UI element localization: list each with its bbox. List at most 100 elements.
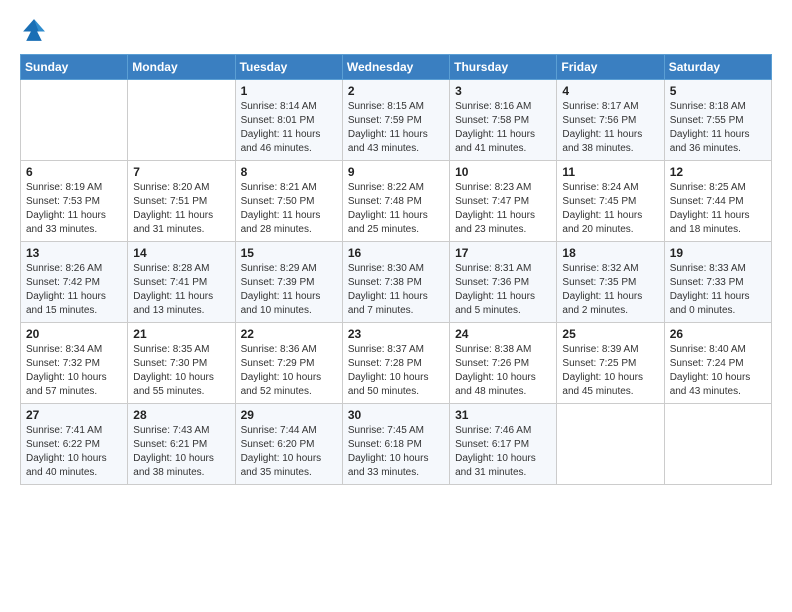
calendar-cell: 4 Sunrise: 8:17 AM Sunset: 7:56 PM Daylig… <box>557 80 664 161</box>
day-info: Sunrise: 8:28 AM Sunset: 7:41 PM Dayligh… <box>133 262 229 318</box>
calendar-week-5: 27 Sunrise: 7:41 AM Sunset: 6:22 PM Dayli… <box>21 404 772 485</box>
day-number: 14 <box>133 246 229 260</box>
day-info: Sunrise: 8:21 AM Sunset: 7:50 PM Dayligh… <box>241 181 337 237</box>
day-number: 2 <box>348 84 444 98</box>
day-info: Sunrise: 7:41 AM Sunset: 6:22 PM Dayligh… <box>26 424 122 480</box>
day-number: 25 <box>562 327 658 341</box>
calendar-cell: 18 Sunrise: 8:32 AM Sunset: 7:35 PM Dayli… <box>557 242 664 323</box>
day-info: Sunrise: 8:37 AM Sunset: 7:28 PM Dayligh… <box>348 343 444 399</box>
day-header-sunday: Sunday <box>21 55 128 80</box>
day-info: Sunrise: 7:45 AM Sunset: 6:18 PM Dayligh… <box>348 424 444 480</box>
day-number: 22 <box>241 327 337 341</box>
calendar-cell <box>664 404 771 485</box>
header <box>20 16 772 44</box>
calendar-cell: 8 Sunrise: 8:21 AM Sunset: 7:50 PM Daylig… <box>235 161 342 242</box>
page: SundayMondayTuesdayWednesdayThursdayFrid… <box>0 0 792 612</box>
day-number: 9 <box>348 165 444 179</box>
day-info: Sunrise: 8:24 AM Sunset: 7:45 PM Dayligh… <box>562 181 658 237</box>
calendar-cell: 28Sunrise: 7:43 AM Sunset: 6:21 PM Dayli… <box>128 404 235 485</box>
day-info: Sunrise: 7:46 AM Sunset: 6:17 PM Dayligh… <box>455 424 551 480</box>
calendar-cell: 3Sunrise: 8:16 AM Sunset: 7:58 PM Daylig… <box>450 80 557 161</box>
logo <box>20 16 52 44</box>
day-header-friday: Friday <box>557 55 664 80</box>
calendar-cell: 29Sunrise: 7:44 AM Sunset: 6:20 PM Dayli… <box>235 404 342 485</box>
calendar-cell: 30 Sunrise: 7:45 AM Sunset: 6:18 PM Dayli… <box>342 404 449 485</box>
day-header-saturday: Saturday <box>664 55 771 80</box>
day-info: Sunrise: 8:40 AM Sunset: 7:24 PM Dayligh… <box>670 343 766 399</box>
day-number: 8 <box>241 165 337 179</box>
day-number: 17 <box>455 246 551 260</box>
calendar-cell: 23Sunrise: 8:37 AM Sunset: 7:28 PM Dayli… <box>342 323 449 404</box>
day-info: Sunrise: 8:19 AM Sunset: 7:53 PM Dayligh… <box>26 181 122 237</box>
day-info: Sunrise: 8:17 AM Sunset: 7:56 PM Dayligh… <box>562 100 658 156</box>
day-number: 27 <box>26 408 122 422</box>
day-number: 18 <box>562 246 658 260</box>
calendar-cell <box>557 404 664 485</box>
calendar-cell: 5Sunrise: 8:18 AM Sunset: 7:55 PM Daylig… <box>664 80 771 161</box>
calendar-table: SundayMondayTuesdayWednesdayThursdayFrid… <box>20 54 772 485</box>
day-info: Sunrise: 8:39 AM Sunset: 7:25 PM Dayligh… <box>562 343 658 399</box>
day-info: Sunrise: 8:15 AM Sunset: 7:59 PM Dayligh… <box>348 100 444 156</box>
day-info: Sunrise: 8:18 AM Sunset: 7:55 PM Dayligh… <box>670 100 766 156</box>
day-header-monday: Monday <box>128 55 235 80</box>
day-info: Sunrise: 8:35 AM Sunset: 7:30 PM Dayligh… <box>133 343 229 399</box>
day-number: 15 <box>241 246 337 260</box>
day-info: Sunrise: 8:20 AM Sunset: 7:51 PM Dayligh… <box>133 181 229 237</box>
day-info: Sunrise: 8:22 AM Sunset: 7:48 PM Dayligh… <box>348 181 444 237</box>
calendar-cell <box>128 80 235 161</box>
day-number: 6 <box>26 165 122 179</box>
calendar-body: 1 Sunrise: 8:14 AM Sunset: 8:01 PM Daylig… <box>21 80 772 485</box>
day-number: 11 <box>562 165 658 179</box>
day-number: 16 <box>348 246 444 260</box>
calendar-cell: 12 Sunrise: 8:25 AM Sunset: 7:44 PM Dayli… <box>664 161 771 242</box>
day-number: 30 <box>348 408 444 422</box>
calendar-week-4: 20Sunrise: 8:34 AM Sunset: 7:32 PM Dayli… <box>21 323 772 404</box>
day-number: 4 <box>562 84 658 98</box>
calendar-cell: 13 Sunrise: 8:26 AM Sunset: 7:42 PM Dayli… <box>21 242 128 323</box>
calendar-cell: 24Sunrise: 8:38 AM Sunset: 7:26 PM Dayli… <box>450 323 557 404</box>
day-info: Sunrise: 8:33 AM Sunset: 7:33 PM Dayligh… <box>670 262 766 318</box>
calendar-cell: 25 Sunrise: 8:39 AM Sunset: 7:25 PM Dayli… <box>557 323 664 404</box>
day-number: 13 <box>26 246 122 260</box>
calendar-cell: 9 Sunrise: 8:22 AM Sunset: 7:48 PM Daylig… <box>342 161 449 242</box>
day-info: Sunrise: 8:36 AM Sunset: 7:29 PM Dayligh… <box>241 343 337 399</box>
calendar-cell: 16 Sunrise: 8:30 AM Sunset: 7:38 PM Dayli… <box>342 242 449 323</box>
day-number: 7 <box>133 165 229 179</box>
calendar-cell: 7 Sunrise: 8:20 AM Sunset: 7:51 PM Daylig… <box>128 161 235 242</box>
calendar-cell: 17 Sunrise: 8:31 AM Sunset: 7:36 PM Dayli… <box>450 242 557 323</box>
calendar-cell: 10Sunrise: 8:23 AM Sunset: 7:47 PM Dayli… <box>450 161 557 242</box>
calendar-cell: 31 Sunrise: 7:46 AM Sunset: 6:17 PM Dayli… <box>450 404 557 485</box>
day-number: 12 <box>670 165 766 179</box>
calendar-cell: 19Sunrise: 8:33 AM Sunset: 7:33 PM Dayli… <box>664 242 771 323</box>
day-header-thursday: Thursday <box>450 55 557 80</box>
logo-icon <box>20 16 48 44</box>
calendar-cell: 27 Sunrise: 7:41 AM Sunset: 6:22 PM Dayli… <box>21 404 128 485</box>
calendar-header: SundayMondayTuesdayWednesdayThursdayFrid… <box>21 55 772 80</box>
calendar-week-2: 6 Sunrise: 8:19 AM Sunset: 7:53 PM Daylig… <box>21 161 772 242</box>
day-info: Sunrise: 8:31 AM Sunset: 7:36 PM Dayligh… <box>455 262 551 318</box>
day-info: Sunrise: 8:26 AM Sunset: 7:42 PM Dayligh… <box>26 262 122 318</box>
day-info: Sunrise: 8:25 AM Sunset: 7:44 PM Dayligh… <box>670 181 766 237</box>
calendar-cell: 22 Sunrise: 8:36 AM Sunset: 7:29 PM Dayli… <box>235 323 342 404</box>
calendar-cell: 14 Sunrise: 8:28 AM Sunset: 7:41 PM Dayli… <box>128 242 235 323</box>
day-number: 31 <box>455 408 551 422</box>
calendar-cell: 2 Sunrise: 8:15 AM Sunset: 7:59 PM Daylig… <box>342 80 449 161</box>
day-number: 28 <box>133 408 229 422</box>
day-number: 24 <box>455 327 551 341</box>
calendar-cell: 20Sunrise: 8:34 AM Sunset: 7:32 PM Dayli… <box>21 323 128 404</box>
day-info: Sunrise: 8:29 AM Sunset: 7:39 PM Dayligh… <box>241 262 337 318</box>
day-info: Sunrise: 8:14 AM Sunset: 8:01 PM Dayligh… <box>241 100 337 156</box>
calendar-cell: 26Sunrise: 8:40 AM Sunset: 7:24 PM Dayli… <box>664 323 771 404</box>
calendar-cell: 1 Sunrise: 8:14 AM Sunset: 8:01 PM Daylig… <box>235 80 342 161</box>
calendar-cell: 11 Sunrise: 8:24 AM Sunset: 7:45 PM Dayli… <box>557 161 664 242</box>
day-headers-row: SundayMondayTuesdayWednesdayThursdayFrid… <box>21 55 772 80</box>
day-info: Sunrise: 8:30 AM Sunset: 7:38 PM Dayligh… <box>348 262 444 318</box>
calendar-cell: 15 Sunrise: 8:29 AM Sunset: 7:39 PM Dayli… <box>235 242 342 323</box>
day-number: 10 <box>455 165 551 179</box>
calendar-week-3: 13 Sunrise: 8:26 AM Sunset: 7:42 PM Dayli… <box>21 242 772 323</box>
day-info: Sunrise: 7:44 AM Sunset: 6:20 PM Dayligh… <box>241 424 337 480</box>
day-info: Sunrise: 8:32 AM Sunset: 7:35 PM Dayligh… <box>562 262 658 318</box>
day-header-tuesday: Tuesday <box>235 55 342 80</box>
calendar-cell <box>21 80 128 161</box>
day-number: 1 <box>241 84 337 98</box>
